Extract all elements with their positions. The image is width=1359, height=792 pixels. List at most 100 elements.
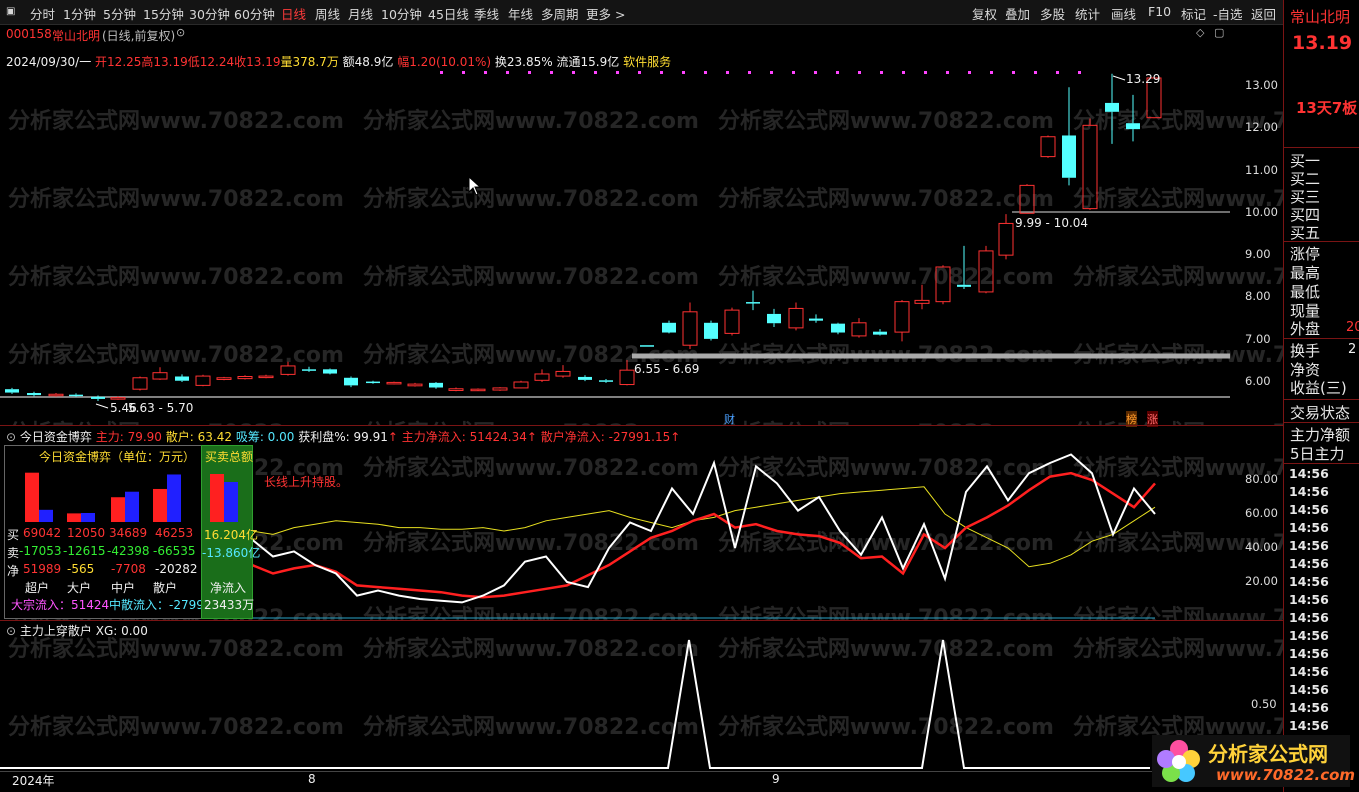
candle-body-up	[555, 370, 571, 377]
dotted-marker	[770, 71, 773, 74]
trade-status[interactable]: 交易状态	[1290, 402, 1350, 423]
tab-more[interactable]: 更多 >	[586, 4, 625, 23]
flower-logo-icon	[1157, 740, 1200, 782]
tab-45day[interactable]: 45日线	[428, 4, 469, 23]
tab-10min[interactable]: 10分钟	[381, 4, 422, 23]
net-retail: -20282	[155, 562, 198, 576]
dotted-marker	[836, 71, 839, 74]
total-buy-bar	[210, 474, 224, 522]
indicator1-axis-label: 80.00	[1245, 472, 1278, 486]
candle-body-down	[1105, 102, 1119, 112]
indicator1-title: 今日资金博弈	[19, 430, 92, 444]
ob-turnover: 换手	[1290, 342, 1321, 360]
tab-multi-period[interactable]: 多周期	[541, 4, 579, 23]
tab-year[interactable]: 年线	[508, 4, 533, 23]
toolbar-menu-icon[interactable]: ▣	[6, 6, 15, 17]
watermark-text: 分析家公式网www.70822.com	[363, 455, 699, 481]
big-block-inflow: 大宗流入：51424	[11, 598, 110, 612]
candle-body-up	[470, 388, 486, 392]
ob-buy5: 买五	[1290, 224, 1321, 242]
tab-monthly[interactable]: 月线	[348, 4, 373, 23]
indicator1-axis-label: 40.00	[1245, 540, 1278, 554]
tick-time: 14:56	[1289, 664, 1329, 679]
tab-30min[interactable]: 30分钟	[189, 4, 230, 23]
watermark-text: 分析家公式网www.70822.com	[363, 264, 699, 290]
logo-text: 分析家公式网	[1208, 742, 1328, 766]
candle-body-down	[767, 313, 781, 324]
indicator1-profit: 获利盘%: 99.91	[298, 430, 388, 444]
candle-body-down	[69, 394, 83, 397]
candle-body-up	[788, 307, 804, 329]
sell-mid: -42398	[107, 544, 150, 558]
tab-60min[interactable]: 60分钟	[234, 4, 275, 23]
ob-low: 最低	[1290, 283, 1321, 301]
dotted-marker	[528, 71, 531, 74]
btn-back[interactable]: 返回	[1251, 4, 1276, 23]
btn-f10[interactable]: F10	[1148, 4, 1171, 19]
cat-big: 大户	[67, 581, 92, 595]
sell-row-label: 卖	[7, 546, 20, 560]
watermark-text: 分析家公式网www.70822.com	[718, 636, 1054, 662]
tick-time: 14:56	[1289, 610, 1329, 625]
low-mark-arrow	[95, 403, 109, 409]
candle-body-down	[27, 392, 41, 396]
dotted-marker	[660, 71, 663, 74]
tab-1min[interactable]: 1分钟	[63, 4, 96, 23]
watermark-text: 分析家公式网www.70822.com	[8, 108, 344, 134]
tab-15min[interactable]: 15分钟	[143, 4, 184, 23]
candle-body-down	[809, 318, 823, 321]
btn-multi-stock[interactable]: 多股	[1040, 4, 1065, 23]
tab-fenshi[interactable]: 分时	[30, 4, 55, 23]
tab-daily[interactable]: 日线	[281, 4, 306, 23]
indicator1-absorb: 吸筹: 0.00	[235, 430, 295, 444]
tab-season[interactable]: 季线	[474, 4, 499, 23]
candle-body-down	[599, 380, 613, 382]
tick-time: 14:56	[1289, 628, 1329, 643]
ob-outer-value: 20	[1346, 320, 1359, 335]
streak-badge: 13天7板	[1296, 99, 1358, 117]
btn-watchlist[interactable]: -自选	[1213, 4, 1243, 23]
range3-label: 9.99 - 10.04	[1015, 216, 1089, 230]
candle-body-up	[216, 377, 232, 380]
btn-stats[interactable]: 统计	[1075, 4, 1100, 23]
candle-body-up	[407, 383, 423, 387]
dotted-marker	[990, 71, 993, 74]
btn-draw[interactable]: 画线	[1111, 4, 1136, 23]
net-super: 51989	[23, 562, 62, 576]
watermark-text: 分析家公式网www.70822.com	[718, 530, 1054, 556]
candle-body-up	[513, 381, 529, 389]
dotted-marker	[748, 71, 751, 74]
price-axis-label: 12.00	[1245, 120, 1278, 135]
indicator2-chart[interactable]: 分析家公式网www.70822.com 分析家公式网www.70822.com 分析…	[0, 636, 1283, 771]
price-axis-label: 9.00	[1245, 247, 1271, 262]
date-axis-month9: 9	[772, 772, 780, 786]
total-box-title: 买卖总额	[205, 450, 254, 464]
side-stock-name: 常山北明	[1290, 8, 1351, 26]
cat-retail: 散户	[153, 581, 178, 595]
buy-bar	[25, 472, 39, 522]
price-axis-label: 11.00	[1245, 162, 1278, 177]
indicator1-main: 主力: 79.90	[95, 430, 162, 444]
dotted-marker	[792, 71, 795, 74]
btn-mark[interactable]: 标记	[1181, 4, 1206, 23]
total-bar-chart	[210, 474, 238, 522]
candle-body-up	[195, 375, 211, 386]
sell-bar	[39, 509, 53, 522]
dotted-marker	[902, 71, 905, 74]
watermark-text: 分析家公式网www.70822.com	[363, 530, 699, 556]
watermark-text: 分析家公式网www.70822.com	[363, 108, 699, 134]
btn-fuquan[interactable]: 复权	[972, 4, 997, 23]
tab-weekly[interactable]: 周线	[315, 4, 340, 23]
btn-overlay[interactable]: 叠加	[1005, 4, 1030, 23]
price-axis-label: 13.00	[1245, 78, 1278, 92]
tick-time: 14:56	[1289, 718, 1329, 733]
indicator1-toggle-icon[interactable]: ⊙	[6, 430, 16, 444]
ob-turnover-value: 2	[1348, 342, 1357, 357]
candle-body-down	[1126, 123, 1140, 130]
dotted-marker	[506, 71, 509, 74]
dotted-marker	[1012, 71, 1015, 74]
buy-mid: 34689	[109, 526, 148, 540]
candle-body-down	[5, 389, 19, 393]
candle-body-down	[957, 284, 971, 287]
tab-5min[interactable]: 5分钟	[103, 4, 136, 23]
